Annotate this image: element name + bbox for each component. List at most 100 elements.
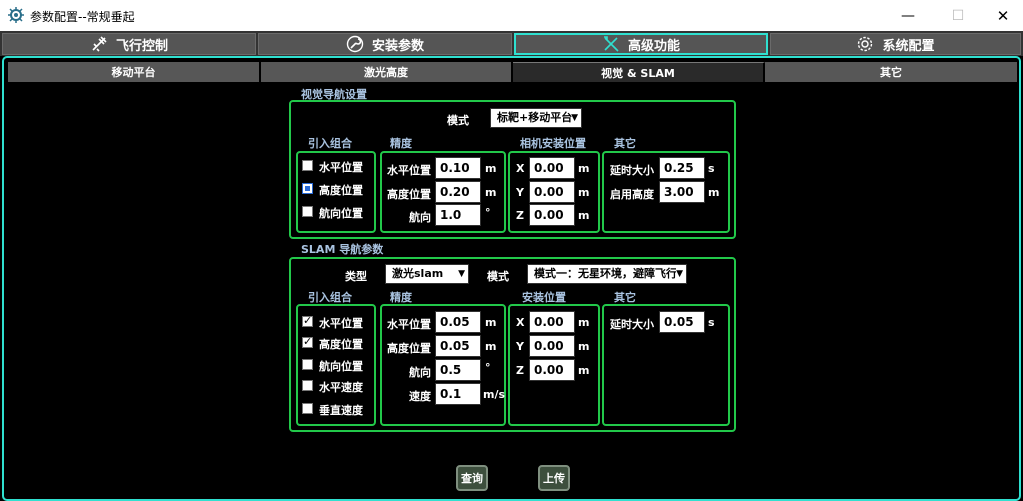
tab-flight-control[interactable]: 飞行控制 [2, 33, 256, 55]
app-icon [8, 7, 24, 23]
slam-precision-height-input[interactable]: 0.05 [435, 335, 481, 357]
wrench-icon [346, 35, 364, 53]
unit-label: m [485, 316, 497, 329]
slam-mode-select[interactable]: 模式一：无星环境，避障飞行 ▼ [527, 264, 687, 284]
checkbox-label: 高度位置 [319, 338, 363, 351]
subtab-mobile-platform[interactable]: 移动平台 [8, 62, 261, 82]
unit-label: m [578, 186, 590, 199]
gear-icon [858, 36, 873, 52]
close-button[interactable]: ✕ [980, 0, 1023, 31]
visual-precision-heading-input[interactable]: 1.0 [435, 204, 481, 226]
slam-install-x-input[interactable]: 0.00 [529, 311, 575, 333]
unit-label: s [708, 162, 715, 175]
visual-mode-value: 标靶+移动平台 [497, 111, 573, 124]
visual-combo-height-checkbox[interactable] [302, 183, 313, 194]
field-label: 速度 [409, 390, 431, 403]
unit-label: s [708, 316, 715, 329]
chevron-down-icon: ▼ [458, 269, 465, 279]
slam-precision-heading-input[interactable]: 0.5 [435, 359, 481, 381]
field-label: Y [516, 186, 524, 199]
visual-camera-x-input[interactable]: 0.00 [529, 157, 575, 179]
unit-label: m [708, 186, 720, 199]
tools-icon [603, 36, 619, 52]
visual-precision-horizontal-input[interactable]: 0.10 [435, 157, 481, 179]
visual-delay-input[interactable]: 0.25 [659, 157, 705, 179]
field-label: 航向 [409, 211, 431, 224]
visual-other-title: 其它 [614, 137, 636, 150]
unit-label: m [485, 162, 497, 175]
visual-camera-y-input[interactable]: 0.00 [529, 181, 575, 203]
field-label: 航向 [409, 366, 431, 379]
minimize-button[interactable]: — [885, 0, 931, 31]
slam-delay-input[interactable]: 0.05 [659, 311, 705, 333]
upload-button[interactable]: 上传 [538, 465, 570, 491]
tab-label: 飞行控制 [115, 38, 168, 54]
slam-combo-horizontal-checkbox[interactable] [302, 314, 313, 327]
slam-precision-horizontal-input[interactable]: 0.05 [435, 311, 481, 333]
slam-install-y-input[interactable]: 0.00 [529, 335, 575, 357]
visual-mode-label: 模式 [447, 114, 469, 127]
checkbox-label: 水平位置 [319, 317, 363, 330]
field-label: Y [516, 340, 524, 353]
subtab-other[interactable]: 其它 [765, 62, 1017, 82]
slam-type-value: 激光slam [392, 267, 444, 280]
visual-combo-heading-checkbox[interactable] [302, 206, 313, 217]
chevron-down-icon: ▼ [571, 113, 578, 123]
visual-combo-title: 引入组合 [308, 137, 352, 150]
tab-system-config[interactable]: 系统配置 [770, 33, 1021, 55]
tab-label: 系统配置 [882, 38, 935, 54]
slam-install-title: 安装位置 [522, 291, 566, 304]
subtab-vision-slam[interactable]: 视觉 & SLAM [513, 62, 765, 82]
checkbox-label: 水平位置 [319, 161, 363, 174]
unit-label: m [578, 364, 590, 377]
field-label: Z [516, 364, 524, 377]
unit-label: m [485, 186, 497, 199]
unit-label: ° [485, 206, 491, 219]
slam-precision-speed-input[interactable]: 0.1 [435, 383, 481, 405]
slam-mode-value: 模式一：无星环境，避障飞行 [534, 267, 677, 280]
field-label: 高度位置 [387, 188, 431, 201]
checkbox-label: 高度位置 [319, 184, 363, 197]
slam-combo-title: 引入组合 [308, 291, 352, 304]
tab-label: 安装参数 [371, 38, 424, 54]
checkbox-label: 水平速度 [319, 381, 363, 394]
field-label: 水平位置 [387, 164, 431, 177]
unit-label: m [485, 340, 497, 353]
maximize-button[interactable]: ☐ [935, 0, 981, 31]
field-label: 延时大小 [610, 318, 654, 331]
unit-label: m [578, 340, 590, 353]
visual-combo-horizontal-checkbox[interactable] [302, 160, 313, 171]
airplane-icon [92, 36, 107, 52]
field-label: X [516, 162, 525, 175]
slam-type-select[interactable]: 激光slam ▼ [385, 264, 469, 284]
visual-precision-title: 精度 [390, 137, 412, 150]
visual-enable-height-input[interactable]: 3.00 [659, 181, 705, 203]
visual-precision-height-input[interactable]: 0.20 [435, 181, 481, 203]
checkbox-label: 垂直速度 [319, 404, 363, 417]
subtab-laser-height[interactable]: 激光高度 [261, 62, 513, 82]
visual-mode-select[interactable]: 标靶+移动平台 ▼ [490, 108, 582, 128]
chevron-down-icon: ▼ [676, 265, 683, 283]
slam-combo-hspeed-checkbox[interactable] [302, 380, 313, 391]
slam-type-label: 类型 [345, 270, 367, 283]
tab-install-params[interactable]: 安装参数 [258, 33, 512, 55]
tab-advanced[interactable]: 高级功能 [514, 33, 768, 55]
slam-combo-vspeed-checkbox[interactable] [302, 403, 313, 414]
slam-combo-heading-checkbox[interactable] [302, 359, 313, 370]
field-label: Z [516, 209, 524, 222]
unit-label: m [578, 316, 590, 329]
checkbox-label: 航向位置 [319, 360, 363, 373]
field-label: 高度位置 [387, 342, 431, 355]
slam-precision-title: 精度 [390, 291, 412, 304]
query-button[interactable]: 查询 [456, 465, 488, 491]
tab-label: 高级功能 [627, 38, 680, 54]
slam-mode-label: 模式 [487, 270, 509, 283]
title-bar: 参数配置--常规垂起 — ☐ ✕ [0, 0, 1023, 31]
visual-camera-z-input[interactable]: 0.00 [529, 204, 575, 226]
window-title: 参数配置--常规垂起 [30, 10, 135, 24]
slam-install-z-input[interactable]: 0.00 [529, 359, 575, 381]
slam-combo-height-checkbox[interactable] [302, 335, 313, 348]
main-tab-bar: 飞行控制 安装参数 高级功能 系统配置 [0, 31, 1023, 56]
unit-label: m [578, 209, 590, 222]
field-label: X [516, 316, 525, 329]
